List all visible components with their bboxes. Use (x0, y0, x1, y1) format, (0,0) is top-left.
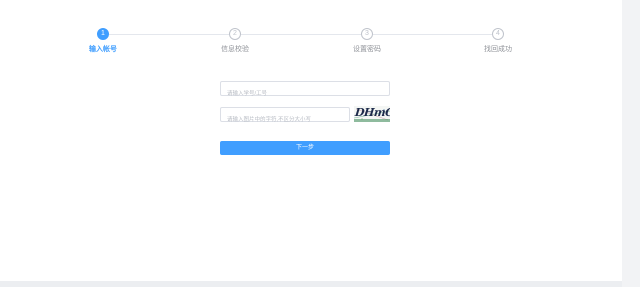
step-3-number: 3 (361, 28, 373, 40)
step-4: 4 找回成功 (468, 28, 528, 54)
step-1-number: 1 (97, 28, 109, 40)
steps-progress: 1 输入帐号 2 信息校验 3 设置密码 4 找回成功 (0, 26, 622, 56)
captcha-field (220, 107, 350, 127)
captcha-input[interactable] (221, 113, 349, 127)
step-4-label: 找回成功 (484, 46, 512, 53)
next-step-button[interactable]: 下一步 (220, 141, 390, 155)
captcha-code: DHmG (354, 106, 390, 119)
account-field (220, 81, 390, 101)
step-2-number: 2 (229, 28, 241, 40)
step-1: 1 输入帐号 (73, 28, 133, 54)
captcha-image[interactable]: DHmG (354, 106, 390, 122)
main-panel: 1 输入帐号 2 信息校验 3 设置密码 4 找回成功 DHmG 下一步 (0, 0, 622, 281)
step-2-label: 信息校验 (221, 46, 249, 53)
bottom-border (0, 281, 622, 287)
step-2: 2 信息校验 (205, 28, 265, 54)
vertical-scrollbar[interactable] (622, 0, 640, 287)
step-1-label: 输入帐号 (89, 46, 117, 53)
step-3: 3 设置密码 (337, 28, 397, 54)
account-input[interactable] (221, 87, 389, 101)
step-4-number: 4 (492, 28, 504, 40)
step-3-label: 设置密码 (353, 46, 381, 53)
